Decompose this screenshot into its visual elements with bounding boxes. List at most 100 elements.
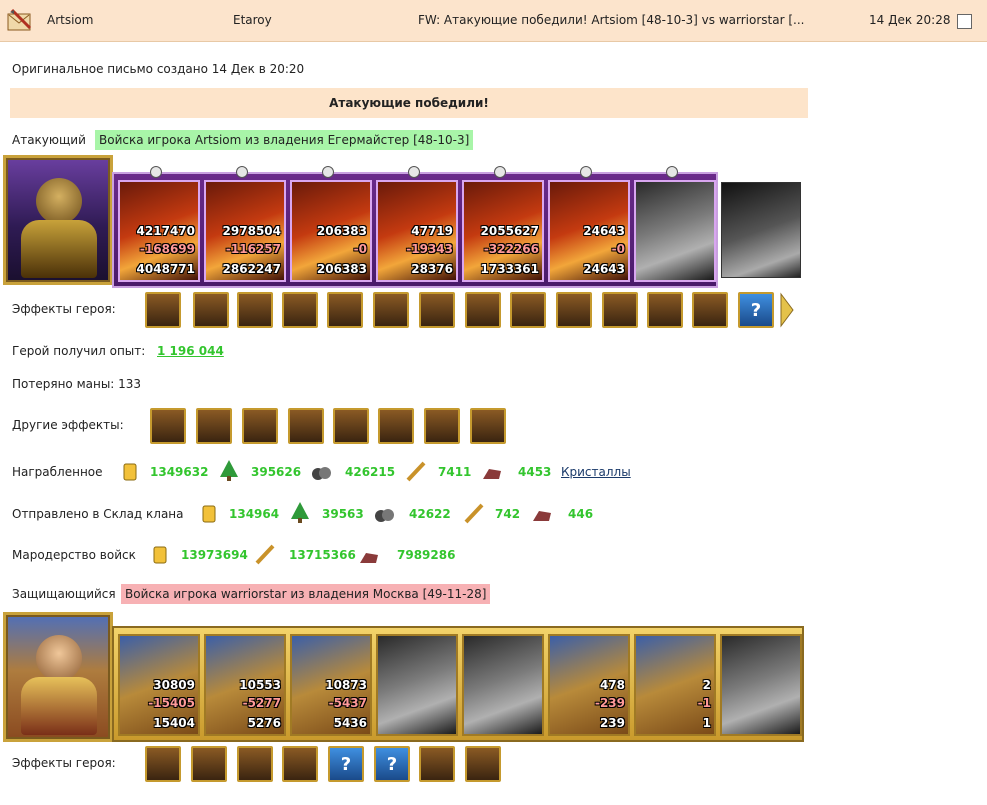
ring-effect-icon[interactable] (602, 292, 638, 328)
skull-icon (408, 166, 420, 178)
defender-unit-5[interactable] (462, 634, 544, 736)
sword-effect-icon[interactable] (327, 292, 363, 328)
unit-loss: -116257 (225, 242, 281, 256)
mail-date: 14 Дек 20:28 (869, 13, 951, 27)
attacker-unit-4[interactable]: 47719 -19343 28376 (376, 180, 458, 282)
unknown-effect-icon[interactable]: ? (328, 746, 364, 782)
sword-effect-icon[interactable] (196, 408, 232, 444)
unit-count: 478 (599, 678, 625, 692)
defender-unit-3[interactable]: 10873 -5437 5436 (290, 634, 372, 736)
unit-loss: -5437 (328, 696, 367, 710)
experience-value[interactable]: 1 196 044 (157, 344, 224, 358)
hero-effects-label: Эффекты героя: (12, 302, 116, 316)
gold-effect-icon[interactable] (510, 292, 546, 328)
experience-label: Герой получил опыт: (12, 344, 146, 358)
dice-effect-icon[interactable] (193, 292, 229, 328)
attacker-unit-2[interactable]: 2978504 -116257 2862247 (204, 180, 286, 282)
shield-effect-icon[interactable] (237, 292, 273, 328)
fist-sword-effect-icon[interactable] (150, 408, 186, 444)
attacker-hero-portrait[interactable] (3, 155, 113, 285)
fist-shield-effect-icon[interactable] (282, 292, 318, 328)
unit-loss: -239 (594, 696, 625, 710)
scroll-right-arrow-icon[interactable] (780, 292, 794, 328)
attacker-reserve-unit[interactable] (721, 182, 801, 278)
unknown-effect-icon[interactable]: ? (374, 746, 410, 782)
cross-effect-icon[interactable] (647, 292, 683, 328)
loot-label: Награбленное (12, 465, 103, 479)
attacker-unit-3[interactable]: 206383 -0 206383 (290, 180, 372, 282)
question-mark-icon: ? (750, 299, 762, 321)
unit-remaining: 1 (702, 716, 711, 730)
attacker-unit-1[interactable]: 4217470 -168699 4048771 (118, 180, 200, 282)
defender-unit-6[interactable]: 478 -239 239 (548, 634, 630, 736)
scroll-effect-icon[interactable] (242, 408, 278, 444)
clan-gold: 134964 (229, 507, 280, 521)
bow-effect-icon[interactable] (237, 746, 273, 782)
attacker-units-row: 4217470 -168699 4048771 2978504 -116257 … (112, 166, 718, 288)
attacker-unit-6[interactable]: 24643 -0 24643 (548, 180, 630, 282)
mail-recipient[interactable]: Etaroy (233, 13, 272, 27)
defender-unit-8[interactable] (720, 634, 802, 736)
sword-effect-icon[interactable] (378, 408, 414, 444)
defender-unit-4[interactable] (376, 634, 458, 736)
skull-effect-icon[interactable] (556, 292, 592, 328)
wheat-icon (464, 503, 484, 524)
defender-effects-label: Эффекты героя: (12, 756, 116, 770)
fist-sword-effect-icon[interactable] (424, 408, 460, 444)
skull-icon (666, 166, 678, 178)
handshake-sword-effect-icon[interactable] (373, 292, 409, 328)
castle-effect-icon[interactable] (145, 746, 181, 782)
mail-subject[interactable]: FW: Атакующие победили! Artsiom [48-10-3… (418, 13, 804, 27)
unknown-effect-icon[interactable]: ? (738, 292, 774, 328)
defender-unit-7[interactable]: 2 -1 1 (634, 634, 716, 736)
defender-unit-1[interactable]: 30809 -15405 15404 (118, 634, 200, 736)
unit-count: 10873 (325, 678, 367, 692)
attacker-unit-7[interactable] (634, 180, 716, 282)
result-banner: Атакующие победили! (10, 88, 808, 118)
unit-count: 30809 (153, 678, 195, 692)
defender-army-tag: Войска игрока warriorstar из владения Мо… (121, 584, 491, 604)
unit-remaining: 206383 (316, 262, 367, 276)
unit-remaining: 24643 (583, 262, 625, 276)
marauding-label: Мародерство войск (12, 548, 136, 562)
trident-effect-icon[interactable] (419, 746, 455, 782)
unit-remaining: 5436 (333, 716, 367, 730)
defender-unit-2[interactable]: 10553 -5277 5276 (204, 634, 286, 736)
unit-count: 4217470 (136, 224, 195, 238)
select-checkbox[interactable] (957, 14, 972, 29)
sword-effect-icon[interactable] (288, 408, 324, 444)
unit-remaining: 28376 (411, 262, 453, 276)
tower-effect-icon[interactable] (282, 746, 318, 782)
hero-helmet (36, 178, 82, 224)
unit-loss: -168699 (139, 242, 195, 256)
stone-icon (533, 511, 551, 521)
skull-icon (322, 166, 334, 178)
loot-wood: 395626 (251, 465, 302, 479)
attacker-army-tag: Войска игрока Artsiom из владения Егерма… (95, 130, 474, 150)
defender-hero-portrait[interactable] (3, 612, 113, 742)
shield-fist-effect-icon[interactable] (191, 746, 227, 782)
clan-ore: 42622 (409, 507, 451, 521)
unit-loss: -0 (611, 242, 625, 256)
armor-effect-icon[interactable] (692, 292, 728, 328)
question-mark-icon: ? (340, 753, 352, 775)
skull-icon (236, 166, 248, 178)
handshake-effect-icon[interactable] (419, 292, 455, 328)
crystals-link[interactable]: Кристаллы (561, 465, 631, 479)
unit-loss: -322266 (483, 242, 539, 256)
cannon-effect-icon[interactable] (465, 292, 501, 328)
mail-header-row[interactable]: Artsiom Etaroy FW: Атакующие победили! A… (0, 0, 987, 42)
unit-remaining: 1733361 (480, 262, 539, 276)
stone-icon (483, 469, 501, 479)
clan-stone: 446 (568, 507, 594, 521)
castle-effect-icon[interactable] (145, 292, 181, 328)
wheel-effect-icon[interactable] (465, 746, 501, 782)
mail-sender[interactable]: Artsiom (47, 13, 93, 27)
unit-remaining: 5276 (247, 716, 281, 730)
attacker-unit-5[interactable]: 2055627 -322266 1733361 (462, 180, 544, 282)
fist-sword-effect-icon[interactable] (470, 408, 506, 444)
loot-crops: 7411 (438, 465, 472, 479)
unit-loss: -19343 (406, 242, 453, 256)
unit-remaining: 15404 (153, 716, 195, 730)
fist-sword-effect-icon[interactable] (333, 408, 369, 444)
